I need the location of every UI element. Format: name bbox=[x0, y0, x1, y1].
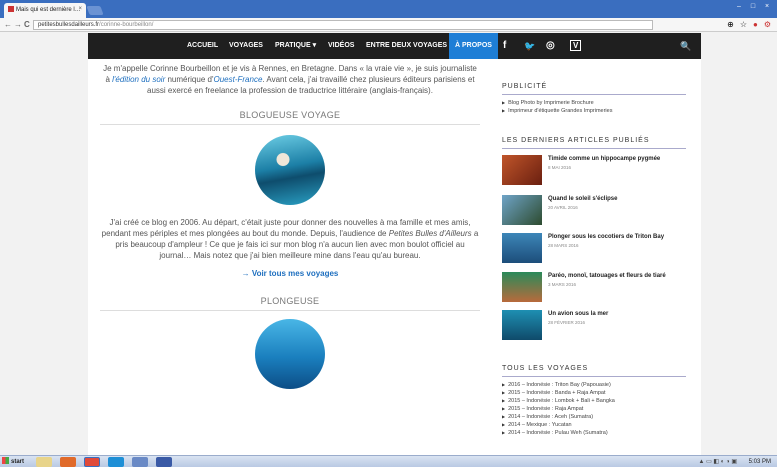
new-tab-button[interactable] bbox=[86, 6, 104, 15]
blog-name-em: Petites Bulles d'Ailleurs bbox=[388, 229, 472, 238]
article-item[interactable]: Paréo, monoï, tatouages et fleurs de tia… bbox=[502, 272, 686, 302]
trip-link[interactable]: 2015 – Indonésie : Banda + Raja Ampat bbox=[502, 389, 686, 397]
diver-photo bbox=[255, 319, 325, 389]
bookmark-star-icon[interactable]: ☆ bbox=[740, 20, 747, 29]
nav-a-propos[interactable]: À PROPOS bbox=[449, 33, 498, 59]
article-date: 20 AVRIL 2016 bbox=[548, 205, 578, 210]
article-item[interactable]: Quand le soleil s'éclipse 20 AVRIL 2016 bbox=[502, 195, 686, 225]
section-title-plongeuse: PLONGEUSE bbox=[100, 296, 480, 311]
article-item[interactable]: Un avion sous la mer 28 FÉVRIER 2016 bbox=[502, 310, 686, 340]
start-button[interactable]: start bbox=[2, 457, 32, 467]
latest-articles-title: LES DERNIERS ARTICLES PUBLIÉS bbox=[502, 137, 686, 149]
snorkel-photo bbox=[255, 135, 325, 205]
firefox-taskbar-icon[interactable] bbox=[60, 457, 76, 467]
edition-du-soir-link[interactable]: l'édition du soir bbox=[112, 75, 165, 84]
all-trips-title: TOUS LES VOYAGES bbox=[502, 365, 686, 377]
url-input[interactable]: petitesbullesdailleurs.fr/corinne-bourbe… bbox=[33, 20, 653, 30]
intro-paragraph: Je m'appelle Corinne Bourbeillon et je v… bbox=[100, 63, 480, 96]
article-thumbnail bbox=[502, 310, 542, 340]
latest-articles-list: Timide comme un hippocampe pygmée 8 MAI … bbox=[502, 155, 686, 351]
facebook-icon[interactable]: f bbox=[503, 33, 506, 59]
tab-title: Mais qui est dernière l… bbox=[16, 7, 81, 13]
address-bar-row: ← → C petitesbullesdailleurs.fr/corinne-… bbox=[0, 18, 777, 32]
nav-entre-deux-voyages[interactable]: ENTRE DEUX VOYAGES bbox=[366, 33, 447, 59]
menu-icon[interactable]: ⚙ bbox=[764, 20, 771, 29]
article-thumbnail bbox=[502, 272, 542, 302]
reload-button[interactable]: C bbox=[24, 20, 30, 29]
skype-taskbar-icon[interactable] bbox=[108, 457, 124, 467]
twitter-icon[interactable]: 🐦 bbox=[524, 33, 535, 59]
browser-tabbar: Mais qui est dernière l… × – □ × bbox=[0, 0, 777, 18]
system-tray[interactable]: ▲ ▭ ◧ ◐ ◑ ▣ bbox=[698, 458, 737, 465]
article-title[interactable]: Un avion sous la mer bbox=[548, 311, 608, 317]
nav-videos[interactable]: VIDÉOS bbox=[328, 33, 354, 59]
window-controls: – □ × bbox=[733, 2, 773, 11]
trips-list: 2016 – Indonésie : Triton Bay (Papouasie… bbox=[502, 381, 686, 437]
search-icon[interactable]: 🔍 bbox=[680, 33, 691, 59]
back-button[interactable]: ← bbox=[4, 20, 12, 29]
favicon-icon bbox=[8, 6, 14, 12]
trip-link[interactable]: 2014 – Indonésie : Pulau Weh (Sumatra) bbox=[502, 429, 686, 437]
main-content: Je m'appelle Corinne Bourbeillon et je v… bbox=[100, 63, 480, 389]
app-taskbar-icon[interactable] bbox=[132, 457, 148, 467]
browser-tab[interactable]: Mais qui est dernière l… × bbox=[4, 3, 86, 18]
instagram-icon[interactable]: ◎ bbox=[546, 33, 555, 59]
article-title[interactable]: Plonger sous les cocotiers de Triton Bay bbox=[548, 234, 664, 240]
browser-viewport: ACCUEIL VOYAGES PRATIQUE ▾ VIDÉOS ENTRE … bbox=[0, 33, 777, 455]
nav-accueil[interactable]: ACCUEIL bbox=[187, 33, 218, 59]
ouest-france-link[interactable]: Ouest-France bbox=[213, 75, 262, 84]
trip-link[interactable]: 2014 – Mexique : Yucatan bbox=[502, 421, 686, 429]
maximize-button[interactable]: □ bbox=[747, 2, 759, 11]
article-title[interactable]: Paréo, monoï, tatouages et fleurs de tia… bbox=[548, 273, 666, 279]
extension-icon[interactable]: ● bbox=[753, 20, 758, 29]
ads-title: PUBLICITÉ bbox=[502, 83, 686, 95]
chrome-taskbar-icon[interactable] bbox=[84, 457, 100, 467]
app-taskbar-icon-2[interactable] bbox=[156, 457, 172, 467]
site-nav: ACCUEIL VOYAGES PRATIQUE ▾ VIDÉOS ENTRE … bbox=[88, 33, 701, 59]
close-window-button[interactable]: × bbox=[761, 2, 773, 11]
web-page: ACCUEIL VOYAGES PRATIQUE ▾ VIDÉOS ENTRE … bbox=[88, 33, 701, 455]
blog-paragraph: J'ai créé ce blog en 2006. Au départ, c'… bbox=[100, 217, 480, 261]
trip-link[interactable]: 2016 – Indonésie : Triton Bay (Papouasie… bbox=[502, 381, 686, 389]
sidebar: PUBLICITÉ Blog Photo by Imprimerie Broch… bbox=[502, 63, 686, 437]
ad-link[interactable]: Blog Photo by Imprimerie Brochure bbox=[502, 99, 686, 107]
taskbar-clock: 5:03 PM bbox=[748, 459, 771, 465]
article-thumbnail bbox=[502, 195, 542, 225]
article-date: 28 MARS 2016 bbox=[548, 243, 579, 248]
article-item[interactable]: Plonger sous les cocotiers de Triton Bay… bbox=[502, 233, 686, 263]
article-date: 8 MAI 2016 bbox=[548, 165, 572, 170]
url-host: petitesbullesdailleurs.fr bbox=[38, 22, 100, 28]
article-thumbnail bbox=[502, 155, 542, 185]
zoom-icon[interactable]: ⊕ bbox=[727, 20, 734, 29]
article-thumbnail bbox=[502, 233, 542, 263]
trip-link[interactable]: 2015 – Indonésie : Raja Ampat bbox=[502, 405, 686, 413]
vimeo-icon[interactable]: V bbox=[570, 40, 582, 51]
trip-link[interactable]: 2014 – Indonésie : Aceh (Sumatra) bbox=[502, 413, 686, 421]
ad-link[interactable]: Imprimeur d'étiquette Grandes Imprimerie… bbox=[502, 107, 686, 115]
url-path: /corinne-bourbeillon/ bbox=[99, 22, 154, 28]
minimize-button[interactable]: – bbox=[733, 2, 745, 11]
intro-text-2: numérique d' bbox=[165, 75, 214, 84]
see-all-trips-link[interactable]: → Voir tous mes voyages bbox=[100, 269, 480, 278]
os-taskbar: start ▲ ▭ ◧ ◐ ◑ ▣ 5:03 PM bbox=[0, 455, 777, 467]
tab-close-icon[interactable]: × bbox=[78, 6, 82, 12]
article-date: 3 MARS 2016 bbox=[548, 282, 577, 287]
section-title-blogueuse: BLOGUEUSE VOYAGE bbox=[100, 110, 480, 125]
ads-list: Blog Photo by Imprimerie Brochure Imprim… bbox=[502, 99, 686, 115]
trip-link[interactable]: 2015 – Indonésie : Lombok + Bali + Bangk… bbox=[502, 397, 686, 405]
article-title[interactable]: Timide comme un hippocampe pygmée bbox=[548, 156, 660, 162]
article-date: 28 FÉVRIER 2016 bbox=[548, 320, 586, 325]
nav-pratique[interactable]: PRATIQUE ▾ bbox=[275, 33, 316, 59]
forward-button[interactable]: → bbox=[14, 20, 22, 29]
toolbar-icons: ⊕ ☆ ● ⚙ bbox=[727, 20, 771, 29]
explorer-taskbar-icon[interactable] bbox=[36, 457, 52, 467]
article-title[interactable]: Quand le soleil s'éclipse bbox=[548, 196, 617, 202]
nav-voyages[interactable]: VOYAGES bbox=[229, 33, 263, 59]
article-item[interactable]: Timide comme un hippocampe pygmée 8 MAI … bbox=[502, 155, 686, 185]
